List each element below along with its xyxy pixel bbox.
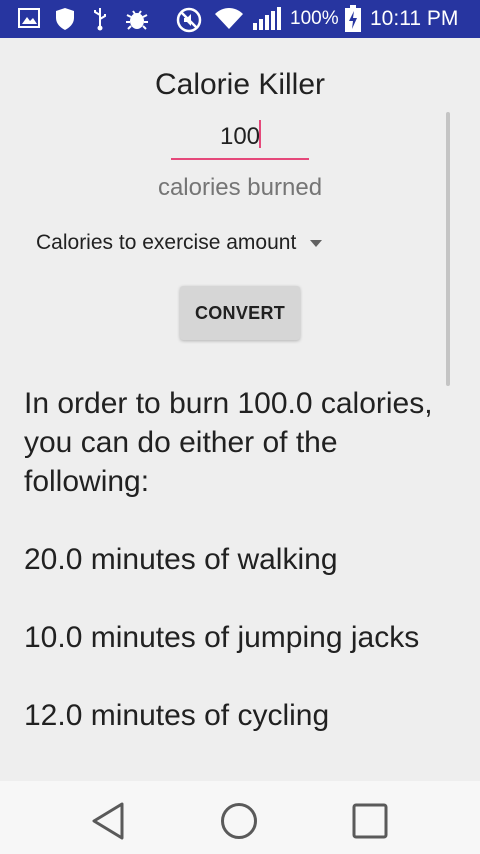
status-bar: 100% 10:11 PM xyxy=(0,0,480,38)
spinner-selected-value: Calories to exercise amount xyxy=(36,231,297,254)
scrollbar[interactable] xyxy=(446,112,450,386)
navigation-bar xyxy=(0,781,480,854)
back-button[interactable] xyxy=(88,801,128,841)
back-icon xyxy=(92,802,124,840)
recents-icon xyxy=(352,803,388,839)
conversion-mode-spinner[interactable]: Calories to exercise amount xyxy=(36,228,323,258)
result-item: 20.0 minutes of walking xyxy=(24,543,338,576)
clock: 10:11 PM xyxy=(370,7,459,30)
battery-charging-icon xyxy=(344,5,362,38)
shield-icon xyxy=(54,7,76,36)
home-button[interactable] xyxy=(219,801,259,841)
gallery-icon xyxy=(18,7,40,34)
battery-percent: 100% xyxy=(290,8,339,29)
usb-icon xyxy=(92,7,108,36)
results-text: In order to burn 100.0 calories, you can… xyxy=(24,384,454,735)
app-title: Calorie Killer xyxy=(154,68,326,101)
recents-button[interactable] xyxy=(350,801,390,841)
results-intro: In order to burn 100.0 calories, you can… xyxy=(24,387,433,498)
calorie-input[interactable] xyxy=(171,116,309,160)
bug-icon xyxy=(124,7,150,36)
result-item: 10.0 minutes of jumping jacks xyxy=(24,621,420,654)
wifi-icon xyxy=(214,7,244,36)
dropdown-arrow-icon xyxy=(310,239,323,247)
mute-icon xyxy=(176,7,202,38)
main-content: Calorie Killer calories burned Calories … xyxy=(0,38,480,781)
home-icon xyxy=(221,803,257,839)
convert-button[interactable]: CONVERT xyxy=(180,286,300,340)
text-cursor xyxy=(259,120,261,148)
calories-burned-label: calories burned xyxy=(157,174,323,201)
signal-icon xyxy=(252,7,282,36)
result-item: 12.0 minutes of cycling xyxy=(24,699,330,732)
